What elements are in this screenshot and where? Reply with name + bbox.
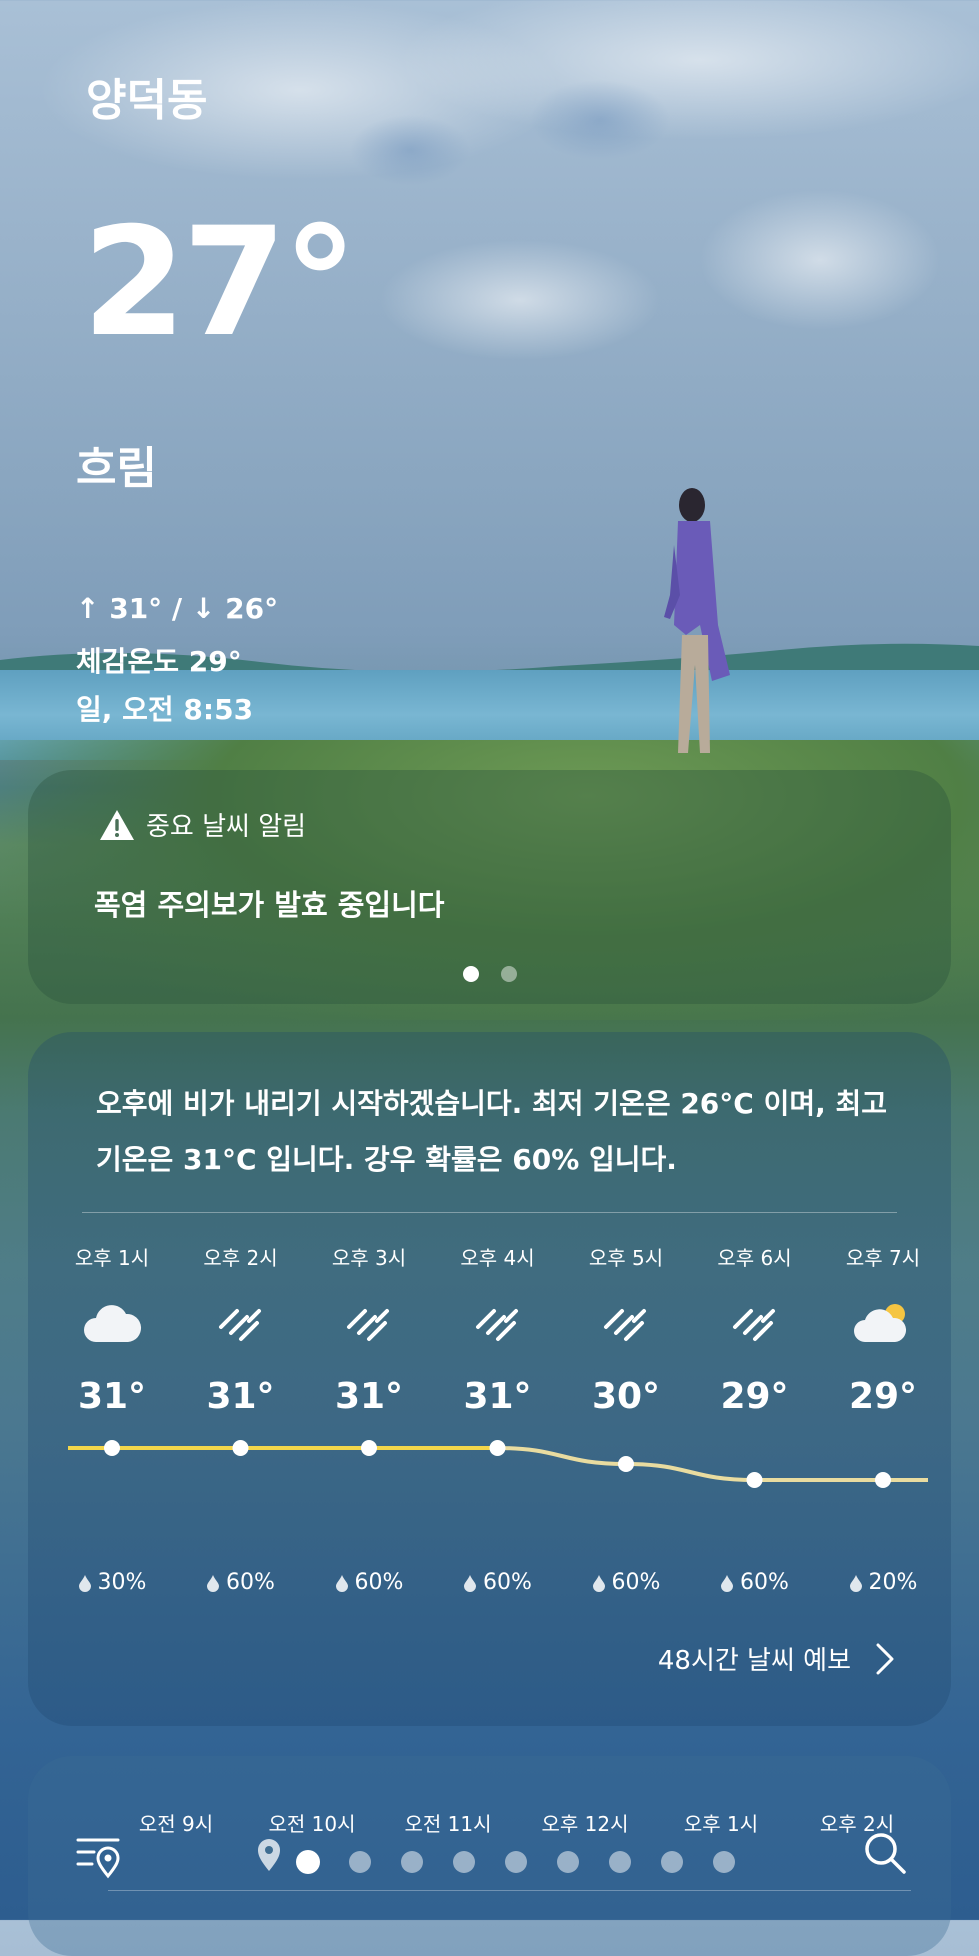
- alert-message: 폭염 주의보가 발효 중입니다: [94, 888, 445, 922]
- hour-label: 오후 5시: [588, 1246, 664, 1270]
- timeline-hour-label: 오후 1시: [683, 1812, 759, 1836]
- hour-temperature: 31°: [334, 1376, 404, 1417]
- raindrop-icon: [592, 1574, 605, 1592]
- cloudy-icon: [68, 1288, 176, 1358]
- temperature-point: [489, 1440, 506, 1456]
- timeline-hour-label: 오전 11시: [404, 1812, 492, 1836]
- precipitation-probability: 60%: [434, 1570, 562, 1595]
- precipitation-value: 60%: [740, 1570, 789, 1595]
- timeline-dot[interactable]: [349, 1851, 371, 1873]
- timeline-hour-label: 오후 12시: [541, 1812, 629, 1836]
- timeline-track: [108, 1890, 911, 1891]
- precipitation-probability: 20%: [819, 1570, 928, 1595]
- precipitation-value: 30%: [97, 1570, 147, 1595]
- precipitation-probability: 60%: [177, 1570, 305, 1595]
- precipitation-value: 60%: [354, 1570, 404, 1595]
- hourly-forecast-card: 오후에 비가 내리기 시작하겠습니다. 최저 기온은 26°C 이며, 최고 기…: [28, 1032, 951, 1726]
- hourly-forecast-item: 오후 3시 31°: [305, 1242, 433, 1417]
- temperature-point: [361, 1440, 377, 1456]
- chevron-right-icon: [876, 1643, 894, 1674]
- hour-temperature: 30°: [591, 1376, 661, 1417]
- precipitation-probability: 60%: [691, 1570, 819, 1595]
- forecast-summary: 오후에 비가 내리기 시작하겠습니다. 최저 기온은 26°C 이며, 최고 기…: [96, 1087, 888, 1176]
- hour-label: 오후 3시: [331, 1246, 407, 1270]
- divider: [82, 1212, 897, 1213]
- hour-label: 오후 1시: [74, 1246, 150, 1270]
- timeline-dot[interactable]: [401, 1851, 423, 1873]
- hour-temperature: 31°: [463, 1376, 532, 1417]
- location-name: 양덕동: [86, 75, 208, 126]
- hourly-forecast-item: 오후 6시 29°: [691, 1242, 819, 1417]
- partly-cloudy-icon: [819, 1288, 928, 1358]
- timeline-hour-label: 오전 9시: [138, 1812, 214, 1836]
- hour-label: 오후 7시: [845, 1246, 921, 1270]
- timeline-dot[interactable]: [713, 1851, 735, 1873]
- warning-icon: [100, 809, 134, 840]
- timeline-hour-label: 오전 10시: [268, 1812, 356, 1836]
- raindrop-icon: [721, 1574, 734, 1592]
- high-low-temperature: ↑ 31° / ↓ 26°: [76, 592, 279, 625]
- rain-icon: [305, 1288, 433, 1358]
- precipitation-probability: 30%: [68, 1570, 176, 1595]
- raindrop-icon: [335, 1574, 348, 1592]
- feels-like-temperature: 체감온도 29°: [76, 645, 242, 678]
- precipitation-probability: 60%: [562, 1570, 690, 1595]
- rain-icon: [177, 1288, 305, 1358]
- timeline-dot[interactable]: [609, 1851, 631, 1873]
- hour-temperature: 29°: [848, 1376, 918, 1417]
- hour-label: 오후 6시: [717, 1246, 792, 1270]
- updated-time: 일, 오전 8:53: [76, 693, 254, 726]
- timeline-dot[interactable]: [661, 1851, 683, 1873]
- hourly-forecast-item: 오후 4시 31°: [434, 1242, 562, 1417]
- hourly-forecast-item: 오후 2시 31°: [177, 1242, 305, 1417]
- hour-label: 오후 4시: [460, 1246, 535, 1270]
- temperature-point: [875, 1472, 891, 1488]
- timeline-labels: 오전 9시 오전 10시 오전 11시 오후 12시 오후 1시 오후 2시: [28, 1808, 951, 1838]
- hourly-forecast-item: 오후 1시 31°: [68, 1242, 176, 1417]
- temperature-point: [618, 1456, 634, 1472]
- more-forecast-label: 48시간 날씨 예보: [657, 1646, 851, 1676]
- rain-icon: [691, 1288, 819, 1358]
- hour-label: 오후 2시: [203, 1246, 278, 1270]
- precipitation-value: 20%: [868, 1570, 918, 1595]
- precipitation-value: 60%: [483, 1570, 532, 1595]
- precipitation-probability: 60%: [305, 1570, 433, 1595]
- precipitation-value: 60%: [226, 1570, 275, 1595]
- rain-icon: [434, 1288, 562, 1358]
- precipitation-value: 60%: [611, 1570, 661, 1595]
- timeline-slider[interactable]: [28, 1842, 951, 1882]
- hour-temperature: 31°: [77, 1376, 147, 1417]
- search-icon[interactable]: [862, 1830, 908, 1876]
- raindrop-icon: [849, 1574, 862, 1592]
- weather-alert-card[interactable]: 중요 날씨 알림 폭염 주의보가 발효 중입니다: [28, 770, 951, 1004]
- weather-condition: 흐림: [76, 443, 157, 494]
- rain-icon: [562, 1288, 690, 1358]
- hour-temperature: 31°: [206, 1376, 275, 1417]
- hourly-forecast-item: 오후 7시 29°: [819, 1242, 928, 1417]
- 48-hour-forecast-link[interactable]: 48시간 날씨 예보: [658, 1640, 895, 1677]
- alert-header: 중요 날씨 알림: [98, 806, 306, 843]
- temperature-point: [232, 1440, 249, 1456]
- hourly-forecast-item: 오후 5시 30°: [562, 1242, 690, 1417]
- raindrop-icon: [207, 1574, 220, 1592]
- timeline-card: 오전 9시 오전 10시 오전 11시 오후 12시 오후 1시 오후 2시: [28, 1756, 951, 1956]
- page-indicator-dot[interactable]: [462, 966, 479, 982]
- raindrop-icon: [78, 1574, 91, 1592]
- temperature-line: [68, 1446, 928, 1482]
- person-illustration: [664, 488, 730, 753]
- hour-temperature: 29°: [720, 1376, 789, 1417]
- timeline-dot[interactable]: [557, 1851, 579, 1873]
- temperature-point: [104, 1440, 120, 1456]
- temperature-point: [746, 1472, 763, 1488]
- alert-title: 중요 날씨 알림: [146, 812, 307, 842]
- timeline-current-dot[interactable]: [296, 1850, 320, 1874]
- alert-pagination[interactable]: [28, 966, 951, 982]
- page-indicator-dot[interactable]: [500, 966, 517, 982]
- current-temperature: 27°: [82, 196, 358, 370]
- timeline-dot[interactable]: [453, 1851, 475, 1873]
- timeline-dot[interactable]: [505, 1851, 527, 1873]
- raindrop-icon: [464, 1574, 477, 1592]
- hourly-forecast-list[interactable]: 오후 1시 31° 30% 오후 2시 31° 60% 오후 3시 31° 60% 오후 4시 31…: [68, 1242, 928, 1642]
